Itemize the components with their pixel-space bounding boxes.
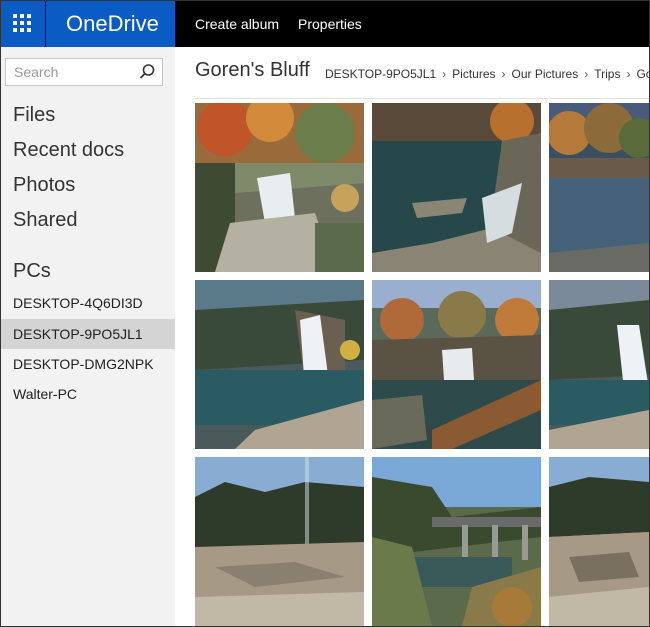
photo-tile-pool-below-falls[interactable] <box>372 103 541 272</box>
nav-photos[interactable]: Photos <box>13 174 75 197</box>
top-bar: OneDrive Create album Properties <box>1 1 649 47</box>
photo-tile-waterfall-partial[interactable] <box>549 280 649 449</box>
pc-item-desktop-4q6di3d[interactable]: DESKTOP-4Q6DI3D <box>1 288 175 318</box>
nav-shared[interactable]: Shared <box>13 209 78 232</box>
chevron-right-icon: › <box>626 67 631 81</box>
breadcrumb-item[interactable]: Trips <box>594 67 620 81</box>
photo-tile-bridge-over-river[interactable] <box>372 457 541 626</box>
breadcrumb-item[interactable]: Our Pictures <box>512 67 579 81</box>
photo-tile-rocky-overlook[interactable] <box>549 457 649 626</box>
breadcrumb: DESKTOP-9PO5JL1 › Pictures › Our Pictures › Tr… <box>325 67 649 81</box>
folder-title: Goren's Bluff <box>195 59 310 81</box>
chevron-right-icon: › <box>584 67 589 81</box>
search-input[interactable] <box>6 59 144 85</box>
photo-tile-rock-ledge-forest[interactable] <box>195 457 364 626</box>
header-divider <box>195 98 649 99</box>
properties-button[interactable]: Properties <box>298 1 362 47</box>
waffle-icon <box>13 14 31 32</box>
create-album-button[interactable]: Create album <box>195 1 279 47</box>
chevron-right-icon: › <box>501 67 506 81</box>
sidebar: Files Recent docs Photos Shared PCs DESK… <box>1 47 175 626</box>
nav-files[interactable]: Files <box>13 104 55 127</box>
search-box <box>5 58 163 86</box>
pc-item-walter-pc[interactable]: Walter-PC <box>1 379 175 409</box>
breadcrumb-item[interactable]: DESKTOP-9PO5JL1 <box>325 67 436 81</box>
photo-tile-falls-with-railing[interactable] <box>372 280 541 449</box>
breadcrumb-item[interactable]: Pictures <box>452 67 495 81</box>
chevron-right-icon: › <box>442 67 447 81</box>
app-launcher-button[interactable] <box>1 1 45 47</box>
pc-item-desktop-9po5jl1[interactable]: DESKTOP-9PO5JL1 <box>1 319 175 349</box>
photo-tile-lake-with-trees[interactable] <box>549 103 649 272</box>
onedrive-logo[interactable]: OneDrive <box>46 1 175 47</box>
photo-tile-tall-waterfall[interactable] <box>195 280 364 449</box>
pc-item-desktop-dmg2npk[interactable]: DESKTOP-DMG2NPK <box>1 349 175 379</box>
breadcrumb-item[interactable]: Gor <box>636 67 649 81</box>
photo-tile-waterfall-autumn-cliff[interactable] <box>195 103 364 272</box>
pcs-heading[interactable]: PCs <box>13 260 51 283</box>
search-icon[interactable] <box>138 63 156 81</box>
onedrive-window: OneDrive Create album Properties Files R… <box>0 0 650 627</box>
nav-recent-docs[interactable]: Recent docs <box>13 139 124 162</box>
